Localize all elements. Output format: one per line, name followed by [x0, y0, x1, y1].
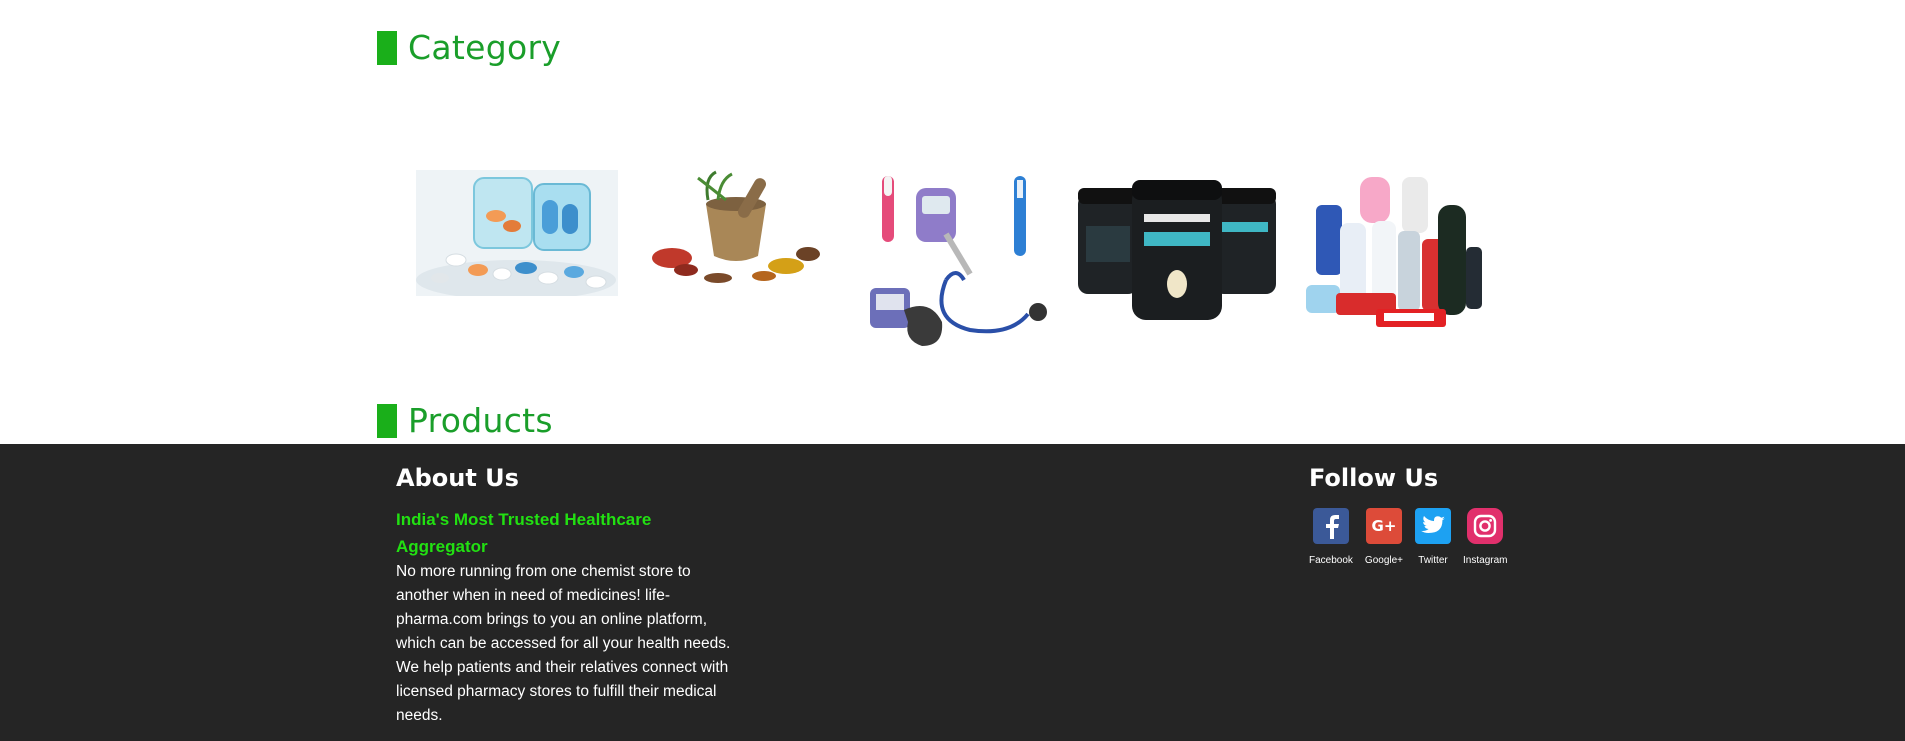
- products-heading: Products: [377, 401, 553, 440]
- social-label: Twitter: [1418, 555, 1448, 566]
- about-description: No more running from one chemist store t…: [396, 563, 731, 724]
- category-item-ayurveda[interactable]: [646, 170, 826, 296]
- footer: About Us India's Most Trusted Healthcare…: [0, 444, 1905, 741]
- social-links: Facebook G+ Google+ Twitter Instagram: [1309, 508, 1529, 566]
- social-link-instagram[interactable]: Instagram: [1463, 508, 1507, 566]
- instagram-icon: [1467, 508, 1504, 544]
- category-heading: Category: [377, 28, 561, 67]
- heading-accent-bar: [377, 403, 397, 438]
- category-item-medicines[interactable]: [416, 170, 618, 296]
- google-plus-icon: G+: [1365, 508, 1402, 544]
- social-link-google-plus[interactable]: G+ Google+: [1365, 508, 1403, 566]
- about-section: About Us India's Most Trusted Healthcare…: [396, 464, 736, 728]
- products-title: Products: [408, 401, 553, 440]
- toiletries-image: [1306, 177, 1482, 327]
- follow-section: Follow Us Facebook G+ Google+ Twitter In…: [1309, 464, 1529, 566]
- social-label: Instagram: [1463, 555, 1508, 566]
- protein-tubs-image: [1078, 180, 1276, 320]
- social-label: Google+: [1364, 555, 1404, 566]
- herbs-mortar-image: [652, 170, 820, 283]
- follow-title: Follow Us: [1309, 464, 1439, 492]
- pills-image: [416, 170, 618, 296]
- twitter-icon: [1415, 508, 1452, 544]
- category-title: Category: [408, 28, 562, 67]
- about-title: About Us: [396, 464, 519, 492]
- category-item-personal-care[interactable]: [1302, 175, 1488, 335]
- social-link-facebook[interactable]: Facebook: [1309, 508, 1353, 566]
- social-link-twitter[interactable]: Twitter: [1415, 508, 1452, 566]
- category-item-nutrition[interactable]: [1074, 180, 1280, 328]
- page: Category Products About Us India's Most …: [0, 0, 1905, 741]
- about-tagline: India's Most Trusted Healthcare Aggregat…: [396, 510, 652, 556]
- social-label: Facebook: [1309, 555, 1353, 566]
- medical-devices-image: [870, 176, 1047, 346]
- facebook-icon: [1312, 508, 1349, 544]
- heading-accent-bar: [377, 30, 397, 65]
- category-item-healthcare-devices[interactable]: [860, 170, 1056, 366]
